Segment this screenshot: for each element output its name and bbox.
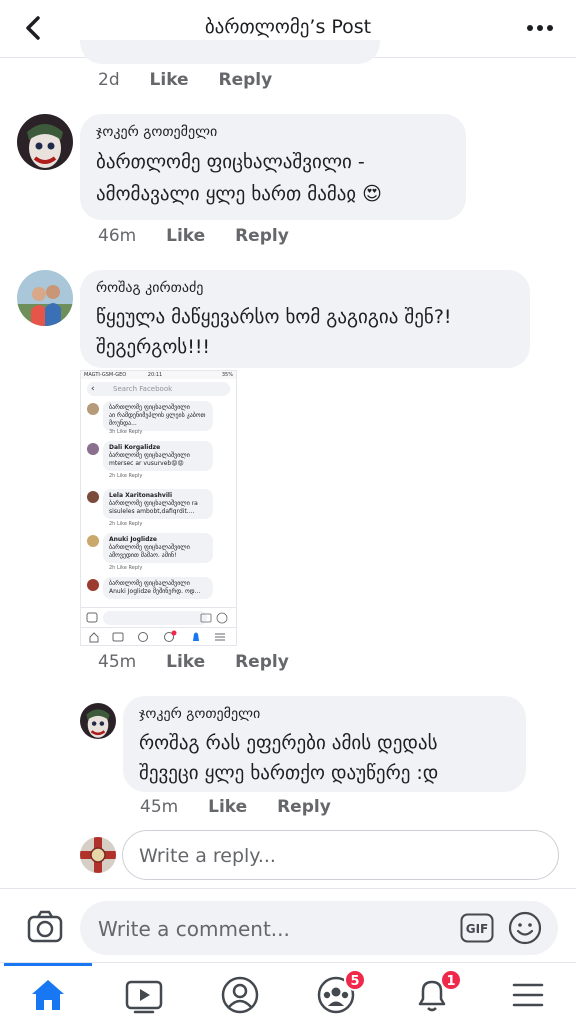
attachment-comment: ბართლომე ფიცხალაშვილი აი რამდენიმეპლის ყ… [87, 401, 227, 435]
search-placeholder: Search Facebook [113, 385, 173, 393]
home-icon [32, 980, 64, 1010]
avatar [87, 443, 99, 455]
active-tab-indicator [4, 963, 92, 966]
emoji-icon[interactable] [508, 911, 542, 945]
page-title: ბართლომე’s Post [204, 16, 372, 38]
more-options-icon[interactable] [526, 18, 554, 38]
attachment-comment-meta: 2h Like Reply [109, 565, 143, 571]
attachment-comment-author: Lela Xaritonashvili [109, 492, 173, 499]
reply-bubble: ჯოკერ გოთემელი როშაგ რას ეფერები ამის დე… [123, 696, 526, 792]
avatar [80, 837, 116, 873]
comment-input[interactable]: Write a comment... GIF [80, 901, 558, 955]
attachment-comment-author: ბართლომე ფიცხალაშვილი [109, 580, 190, 587]
status-time: 20:11 [147, 372, 163, 378]
image-attachment[interactable]: MAGTI-GSM-GEO 20:11 35% ‹ Search Faceboo… [80, 370, 237, 646]
comment-meta: 45m Like Reply [140, 797, 355, 817]
comment-author[interactable]: ჯოკერ გოთემელი [139, 706, 510, 722]
camera-icon[interactable] [26, 909, 64, 945]
avatar [87, 403, 99, 415]
comment-author[interactable]: როშაგ კირთაძე [96, 280, 514, 296]
video-icon [125, 980, 163, 1014]
comment-composer: Write a comment... GIF [0, 888, 576, 966]
attachment-comment-meta: 2h Like Reply [109, 473, 143, 479]
comment-bubble: ჯოკერ გოთემელი ბართლომე ფიცხალაშვილი - ა… [80, 114, 466, 220]
attachment-status-bar: MAGTI-GSM-GEO 20:11 35% [81, 371, 236, 379]
reply-button[interactable]: Reply [235, 226, 289, 246]
comment-meta: 46m Like Reply [98, 226, 313, 246]
attachment-comment: Dali Korgalidze ბართლომე ფიცხალაშვილი mt… [87, 441, 227, 481]
status-battery: 35% [221, 372, 233, 378]
comment-text-line: როშაგ რას ეფერები ამის დედას [139, 732, 438, 754]
like-button[interactable]: Like [166, 652, 205, 672]
reply-button[interactable]: Reply [277, 797, 331, 817]
attachment-comment-bubble: Anuki Joglidze ბართლომე ფიცხალაშვილი ამო… [103, 533, 213, 563]
comment-text-line: წყეულა მაწყევარსო ხომ გაგიგია შენ?! [96, 306, 452, 328]
attachment-comment-bubble: ბართლომე ფიცხალაშვილი Anuki Joglidze მეშ… [103, 577, 213, 599]
avatar [87, 491, 99, 503]
comment-text-line: შეგერგოს!!! [96, 336, 211, 358]
comment-time: 45m [98, 652, 137, 672]
tab-groups[interactable]: 5 [314, 969, 366, 1017]
attachment-tab-bar [81, 627, 236, 645]
comment-placeholder: Write a comment... [98, 917, 290, 941]
attachment-comment-text: ბართლომე ფიცხალაშვილი mtersec ar vusurve… [109, 452, 190, 467]
attachment-comment: Anuki Joglidze ბართლომე ფიცხალაშვილი ამო… [87, 533, 227, 573]
like-button[interactable]: Like [166, 226, 205, 246]
avatar[interactable] [17, 270, 73, 326]
attachment-comment-author: ბართლომე ფიცხალაშვილი [109, 404, 190, 411]
attachment-comment-author: Anuki Joglidze [109, 536, 157, 543]
notifications-badge: 1 [440, 969, 462, 991]
like-button[interactable]: Like [150, 70, 189, 90]
like-button[interactable]: Like [208, 797, 247, 817]
comment-bubble: როშაგ კირთაძე წყეულა მაწყევარსო ხომ გაგი… [80, 270, 530, 368]
comment-text-line: შევეცი ყლე ხართქო დაუწერე :დ [139, 762, 439, 784]
comment-text-line: ბართლომე ფიცხალაშვილი - [96, 151, 365, 173]
comment-time: 2d [98, 70, 120, 90]
comment-time: 46m [98, 226, 137, 246]
profile-icon [221, 976, 259, 1014]
attachment-comment-meta: 2h Like Reply [109, 521, 143, 527]
attachment-comment-input [81, 607, 236, 627]
attachment-comment: ბართლომე ფიცხალაშვილი Anuki Joglidze მეშ… [87, 577, 227, 607]
gif-icon[interactable]: GIF [460, 913, 494, 943]
avatar[interactable] [17, 114, 73, 170]
attachment-comment: Lela Xaritonashvili ბართლომე ფიცხალაშვილ… [87, 489, 227, 529]
post-comments-screen: ბართლომე’s Post 2d Like Reply ჯოკერ გოთე… [0, 0, 576, 1024]
comment-author[interactable]: ჯოკერ გოთემელი [96, 124, 450, 140]
reply-button[interactable]: Reply [235, 652, 289, 672]
back-icon: ‹ [91, 384, 95, 394]
attachment-comment-author: Dali Korgalidze [109, 444, 161, 451]
reply-button[interactable]: Reply [219, 70, 273, 90]
tab-watch[interactable] [122, 973, 166, 1017]
previous-comment-bubble [80, 40, 380, 64]
attachment-comment-bubble: Dali Korgalidze ბართლომე ფიცხალაშვილი mt… [103, 441, 213, 471]
avatar [87, 579, 99, 591]
tab-home[interactable] [26, 973, 70, 1017]
attachment-comment-bubble: ბართლომე ფიცხალაშვილი აი რამდენიმეპლის ყ… [103, 401, 213, 431]
attachment-comment-text: ბართლომე ფიცხალაშვილი ამოვედით მამაო. ამ… [109, 544, 190, 559]
reply-input[interactable]: Write a reply... [122, 830, 559, 880]
menu-icon [512, 983, 544, 1007]
tab-notifications[interactable]: 1 [410, 969, 462, 1017]
attachment-comment-text: აი რამდენიმეპლის ყლეის კაბოთ მოუნდა... [109, 412, 206, 427]
tab-profile[interactable] [218, 973, 262, 1017]
gif-label: GIF [466, 922, 489, 936]
avatar [87, 535, 99, 547]
groups-badge: 5 [344, 969, 366, 991]
attachment-comment-bubble: Lela Xaritonashvili ბართლომე ფიცხალაშვილ… [103, 489, 213, 519]
comment-text-line: ამომავალი ყლე ხართ მამაჲ 😍 [96, 183, 382, 205]
attachment-comment-meta: 3h Like Reply [109, 429, 143, 435]
attachment-comment-text: ბართლომე ფიცხალაშვილი ra sisuleles ambob… [109, 500, 198, 515]
bottom-tab-bar: 5 1 [0, 962, 576, 1024]
avatar[interactable] [80, 703, 116, 739]
status-carrier: MAGTI-GSM-GEO [84, 372, 127, 378]
attachment-comment-text: Anuki Joglidze მეშინერდ. ოდ... [109, 588, 201, 595]
previous-comment-meta: 2d Like Reply [98, 70, 296, 90]
comment-meta: 45m Like Reply [98, 652, 313, 672]
tab-menu[interactable] [506, 973, 550, 1017]
comment-time: 45m [140, 797, 179, 817]
attachment-search-bar: ‹ Search Facebook [87, 382, 230, 396]
